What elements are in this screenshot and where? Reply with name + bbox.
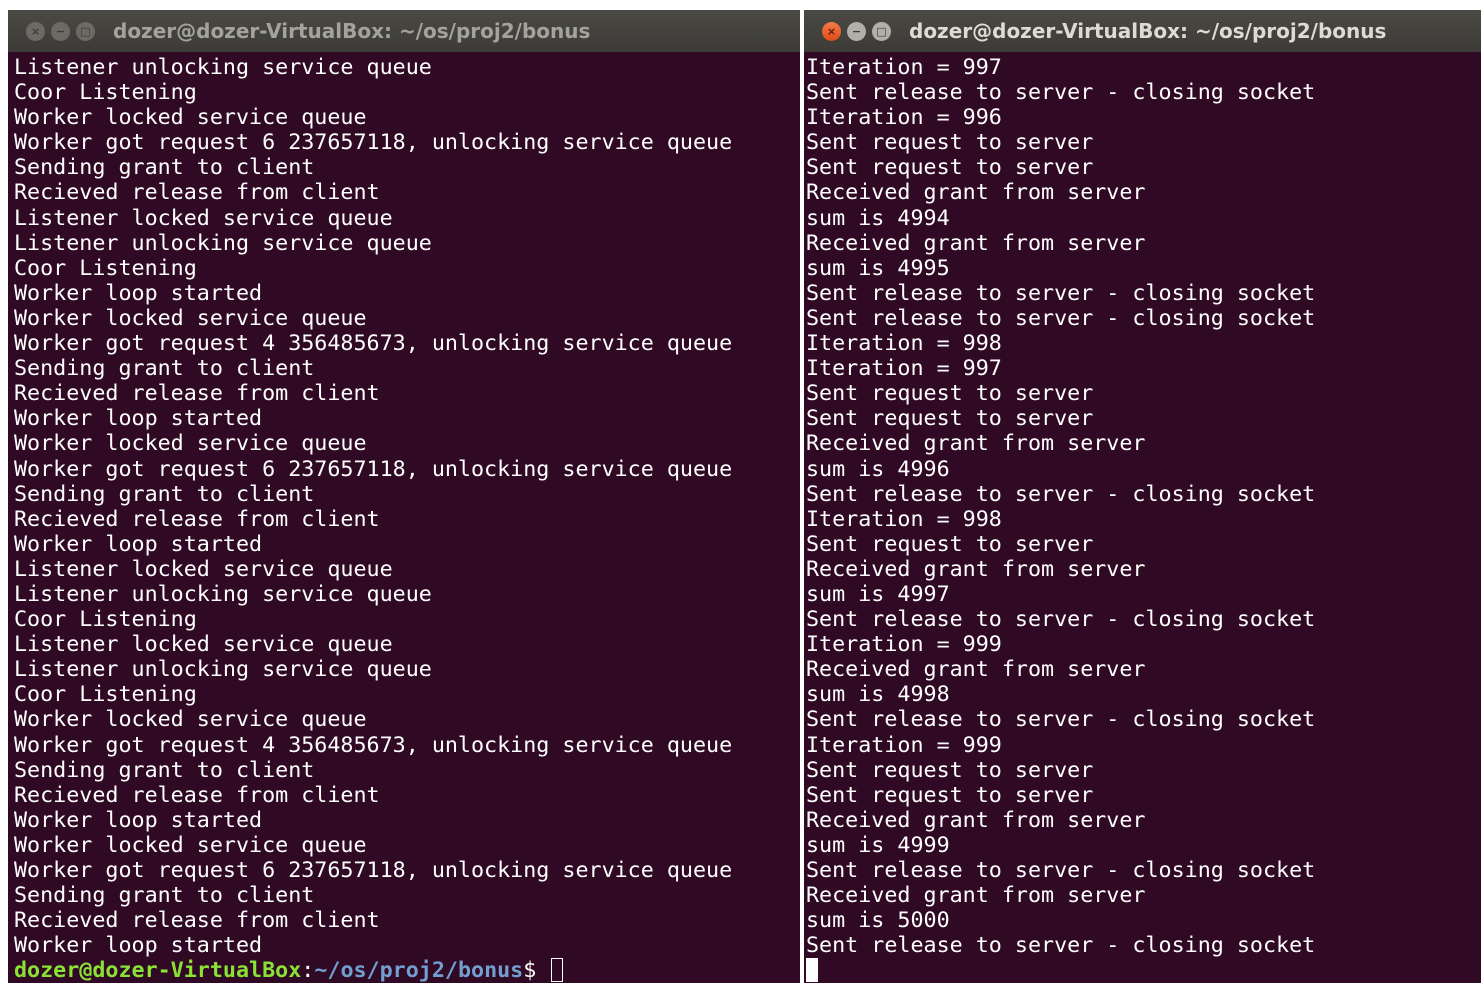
left-window-controls: × − □ xyxy=(26,21,95,41)
terminal-line: Worker locked service queue xyxy=(14,305,367,331)
prompt-colon: : xyxy=(301,958,315,983)
terminal-line: Received grant from server xyxy=(806,556,1146,582)
terminal-line: Coor Listening xyxy=(14,607,197,633)
terminal-line: Sent request to server xyxy=(806,782,1094,808)
right-terminal-titlebar[interactable]: × − □ dozer@dozer-VirtualBox: ~/os/proj2… xyxy=(804,10,1481,52)
terminal-line: Sent release to server - closing socket xyxy=(806,707,1316,733)
terminal-line: Sending grant to client xyxy=(14,481,315,507)
maximize-icon[interactable]: □ xyxy=(872,21,891,41)
terminal-line: Listener unlocking service queue xyxy=(14,230,432,256)
text-cursor xyxy=(806,958,818,983)
terminal-line: Worker locked service queue xyxy=(14,832,367,858)
terminal-line: Iteration = 998 xyxy=(806,506,1002,532)
terminal-line: Iteration = 999 xyxy=(806,632,1002,658)
terminal-line: Sent release to server - closing socket xyxy=(806,607,1316,633)
terminal-line: sum is 4994 xyxy=(806,205,950,231)
left-terminal-output[interactable]: Listener unlocking service queue Coor Lis… xyxy=(14,55,800,983)
terminal-line: Sent release to server - closing socket xyxy=(806,858,1316,883)
right-window-controls: × − □ xyxy=(822,21,891,41)
terminal-line: Worker got request 6 237657118, unlockin… xyxy=(14,858,733,883)
terminal-line: Sent release to server - closing socket xyxy=(806,933,1316,959)
terminal-line: Iteration = 997 xyxy=(806,356,1002,382)
terminal-line: Sending grant to client xyxy=(14,883,315,909)
terminal-line: Coor Listening xyxy=(14,682,197,708)
close-icon[interactable]: × xyxy=(822,21,841,41)
terminal-line: Sent release to server - closing socket xyxy=(806,305,1316,331)
terminal-line: Worker loop started xyxy=(14,807,263,833)
terminal-line: Sent request to server xyxy=(806,155,1094,181)
desktop: × − □ dozer@dozer-VirtualBox: ~/os/proj2… xyxy=(0,0,1481,983)
terminal-line: Sending grant to client xyxy=(14,757,315,783)
prompt-path: ~/os/proj2/bonus xyxy=(314,958,524,983)
terminal-line: Sent release to server - closing socket xyxy=(806,481,1316,507)
terminal-line: Sent request to server xyxy=(806,381,1094,407)
terminal-line: Listener locked service queue xyxy=(14,556,393,582)
left-window-title: dozer@dozer-VirtualBox: ~/os/proj2/bonus xyxy=(113,19,591,43)
terminal-line: sum is 4998 xyxy=(806,682,950,708)
terminal-line: Worker locked service queue xyxy=(14,431,367,457)
terminal-line: Sent request to server xyxy=(806,757,1094,783)
terminal-line: Iteration = 999 xyxy=(806,732,1002,758)
prompt-line[interactable]: dozer@dozer-VirtualBox:~/os/proj2/bonus$ xyxy=(14,958,800,983)
terminal-line: Worker loop started xyxy=(14,531,263,557)
terminal-line: Worker loop started xyxy=(14,280,263,306)
left-terminal-window[interactable]: × − □ dozer@dozer-VirtualBox: ~/os/proj2… xyxy=(8,10,800,983)
terminal-line: Worker got request 4 356485673, unlockin… xyxy=(14,732,733,758)
terminal-line: Received grant from server xyxy=(806,807,1146,833)
terminal-line: Recieved release from client xyxy=(14,180,380,206)
cursor-line[interactable] xyxy=(806,958,1481,983)
terminal-line: Sent release to server - closing socket xyxy=(806,80,1316,106)
text-cursor xyxy=(551,958,564,983)
terminal-line: Sent release to server - closing socket xyxy=(806,280,1316,306)
terminal-line: Coor Listening xyxy=(14,80,197,106)
terminal-line: Sent request to server xyxy=(806,130,1094,156)
terminal-line: Worker got request 4 356485673, unlockin… xyxy=(14,331,733,357)
terminal-line: sum is 4995 xyxy=(806,255,950,281)
close-icon[interactable]: × xyxy=(26,21,45,41)
terminal-line: Worker got request 6 237657118, unlockin… xyxy=(14,456,733,482)
terminal-line: Iteration = 998 xyxy=(806,331,1002,357)
terminal-line: Iteration = 996 xyxy=(806,105,1002,131)
minimize-icon[interactable]: − xyxy=(51,21,70,41)
right-terminal-output[interactable]: Iteration = 997 Sent release to server - … xyxy=(806,55,1481,983)
terminal-line: Worker locked service queue xyxy=(14,707,367,733)
terminal-line: Sending grant to client xyxy=(14,155,315,181)
terminal-line: Received grant from server xyxy=(806,431,1146,457)
left-terminal-titlebar[interactable]: × − □ dozer@dozer-VirtualBox: ~/os/proj2… xyxy=(8,10,800,52)
terminal-line: Worker loop started xyxy=(14,406,263,432)
terminal-line: Received grant from server xyxy=(806,180,1146,206)
terminal-line: Recieved release from client xyxy=(14,908,380,934)
terminal-line: Recieved release from client xyxy=(14,381,380,407)
terminal-line: Sending grant to client xyxy=(14,356,315,382)
terminal-line: sum is 4999 xyxy=(806,832,950,858)
terminal-line: Listener unlocking service queue xyxy=(14,55,432,80)
terminal-line: Listener unlocking service queue xyxy=(14,657,432,683)
terminal-line: Coor Listening xyxy=(14,255,197,281)
terminal-line: Listener locked service queue xyxy=(14,632,393,658)
terminal-line: Worker got request 6 237657118, unlockin… xyxy=(14,130,733,156)
terminal-line: Worker loop started xyxy=(14,933,263,959)
terminal-line: Recieved release from client xyxy=(14,506,380,532)
terminal-line: Worker locked service queue xyxy=(14,105,367,131)
terminal-line: Sent request to server xyxy=(806,531,1094,557)
terminal-line: Sent request to server xyxy=(806,406,1094,432)
maximize-icon[interactable]: □ xyxy=(76,21,95,41)
terminal-line: Listener unlocking service queue xyxy=(14,581,432,607)
right-terminal-window[interactable]: × − □ dozer@dozer-VirtualBox: ~/os/proj2… xyxy=(804,10,1481,983)
prompt-symbol: $ xyxy=(523,958,550,983)
terminal-line: sum is 4997 xyxy=(806,581,950,607)
terminal-line: Received grant from server xyxy=(806,657,1146,683)
terminal-line: Recieved release from client xyxy=(14,782,380,808)
prompt-user: dozer@dozer-VirtualBox xyxy=(14,958,302,983)
terminal-line: Listener locked service queue xyxy=(14,205,393,231)
terminal-line: sum is 4996 xyxy=(806,456,950,482)
terminal-line: Received grant from server xyxy=(806,883,1146,909)
minimize-icon[interactable]: − xyxy=(847,21,866,41)
right-window-title: dozer@dozer-VirtualBox: ~/os/proj2/bonus xyxy=(909,19,1387,43)
terminal-line: Received grant from server xyxy=(806,230,1146,256)
terminal-line: sum is 5000 xyxy=(806,908,950,934)
terminal-line: Iteration = 997 xyxy=(806,55,1002,80)
